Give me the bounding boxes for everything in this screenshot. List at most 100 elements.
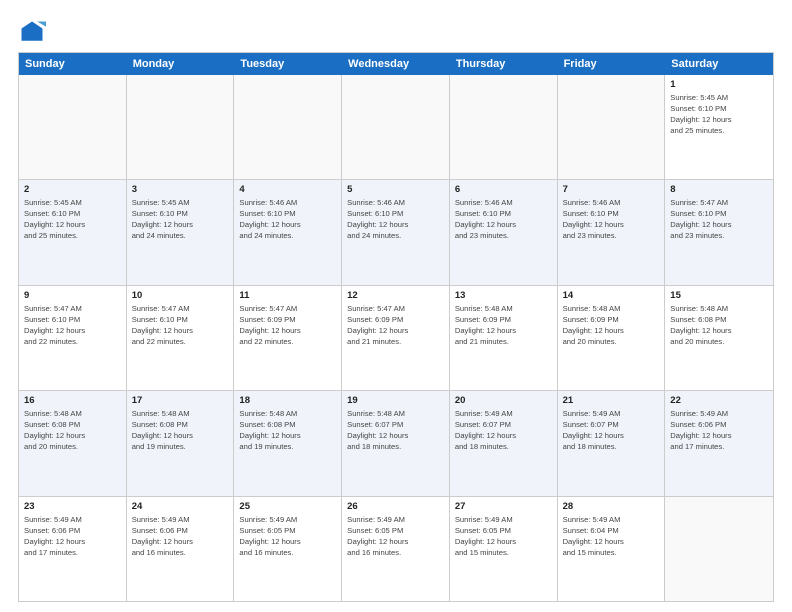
day-cell-21: 21 Sunrise: 5:49 AMSunset: 6:07 PMDayligh… (558, 391, 666, 495)
day-info: Sunrise: 5:48 AMSunset: 6:08 PMDaylight:… (24, 408, 121, 452)
day-info: Sunrise: 5:46 AMSunset: 6:10 PMDaylight:… (455, 197, 552, 241)
day-cell-25: 25 Sunrise: 5:49 AMSunset: 6:05 PMDayligh… (234, 497, 342, 601)
day-info: Sunrise: 5:46 AMSunset: 6:10 PMDaylight:… (239, 197, 336, 241)
day-info: Sunrise: 5:49 AMSunset: 6:06 PMDaylight:… (670, 408, 768, 452)
day-info: Sunrise: 5:49 AMSunset: 6:06 PMDaylight:… (132, 514, 229, 558)
day-number: 12 (347, 290, 444, 301)
empty-cell (342, 75, 450, 179)
calendar-body: 1 Sunrise: 5:45 AMSunset: 6:10 PMDaylight… (19, 75, 773, 601)
day-number: 22 (670, 395, 768, 406)
day-info: Sunrise: 5:49 AMSunset: 6:07 PMDaylight:… (455, 408, 552, 452)
day-cell-10: 10 Sunrise: 5:47 AMSunset: 6:10 PMDayligh… (127, 286, 235, 390)
day-cell-23: 23Sunrise: 5:49 AMSunset: 6:06 PMDayligh… (19, 497, 127, 601)
day-info: Sunrise: 5:45 AMSunset: 6:10 PMDaylight:… (132, 197, 229, 241)
day-cell-5: 5 Sunrise: 5:46 AMSunset: 6:10 PMDaylight… (342, 180, 450, 284)
logo (18, 18, 50, 46)
empty-cell (234, 75, 342, 179)
day-number: 21 (563, 395, 660, 406)
day-cell-17: 17 Sunrise: 5:48 AMSunset: 6:08 PMDayligh… (127, 391, 235, 495)
day-number: 10 (132, 290, 229, 301)
day-info: Sunrise: 5:47 AMSunset: 6:10 PMDaylight:… (670, 197, 768, 241)
day-number: 27 (455, 501, 552, 512)
weekday-header-wednesday: Wednesday (342, 53, 450, 75)
day-number: 3 (132, 184, 229, 195)
day-number: 20 (455, 395, 552, 406)
empty-cell (665, 497, 773, 601)
empty-cell (450, 75, 558, 179)
day-cell-16: 16 Sunrise: 5:48 AMSunset: 6:08 PMDayligh… (19, 391, 127, 495)
day-cell-26: 26 Sunrise: 5:49 AMSunset: 6:05 PMDayligh… (342, 497, 450, 601)
calendar-header: SundayMondayTuesdayWednesdayThursdayFrid… (19, 53, 773, 75)
day-info: Sunrise: 5:47 AMSunset: 6:10 PMDaylight:… (24, 303, 121, 347)
day-info: Sunrise: 5:49 AMSunset: 6:05 PMDaylight:… (455, 514, 552, 558)
day-info: Sunrise: 5:48 AMSunset: 6:08 PMDaylight:… (670, 303, 768, 347)
day-info: Sunrise: 5:47 AMSunset: 6:09 PMDaylight:… (239, 303, 336, 347)
day-info: Sunrise: 5:49 AMSunset: 6:05 PMDaylight:… (347, 514, 444, 558)
page-header (18, 18, 774, 46)
day-cell-14: 14 Sunrise: 5:48 AMSunset: 6:09 PMDayligh… (558, 286, 666, 390)
day-info: Sunrise: 5:48 AMSunset: 6:08 PMDaylight:… (132, 408, 229, 452)
day-number: 6 (455, 184, 552, 195)
day-cell-15: 15 Sunrise: 5:48 AMSunset: 6:08 PMDayligh… (665, 286, 773, 390)
day-cell-22: 22 Sunrise: 5:49 AMSunset: 6:06 PMDayligh… (665, 391, 773, 495)
day-number: 26 (347, 501, 444, 512)
day-cell-18: 18Sunrise: 5:48 AMSunset: 6:08 PMDayligh… (234, 391, 342, 495)
day-info: Sunrise: 5:46 AMSunset: 6:10 PMDaylight:… (347, 197, 444, 241)
empty-cell (127, 75, 235, 179)
day-number: 11 (239, 290, 336, 301)
day-number: 2 (24, 184, 121, 195)
day-cell-27: 27 Sunrise: 5:49 AMSunset: 6:05 PMDayligh… (450, 497, 558, 601)
day-info: Sunrise: 5:48 AMSunset: 6:07 PMDaylight:… (347, 408, 444, 452)
day-info: Sunrise: 5:47 AMSunset: 6:10 PMDaylight:… (132, 303, 229, 347)
day-info: Sunrise: 5:45 AMSunset: 6:10 PMDaylight:… (24, 197, 121, 241)
day-number: 16 (24, 395, 121, 406)
day-number: 1 (670, 79, 768, 90)
day-number: 28 (563, 501, 660, 512)
day-number: 9 (24, 290, 121, 301)
day-cell-8: 8 Sunrise: 5:47 AMSunset: 6:10 PMDaylight… (665, 180, 773, 284)
day-cell-7: 7Sunrise: 5:46 AMSunset: 6:10 PMDaylight… (558, 180, 666, 284)
day-number: 4 (239, 184, 336, 195)
calendar-row-0: 1 Sunrise: 5:45 AMSunset: 6:10 PMDaylight… (19, 75, 773, 180)
day-number: 8 (670, 184, 768, 195)
weekday-header-friday: Friday (558, 53, 666, 75)
weekday-header-monday: Monday (127, 53, 235, 75)
empty-cell (558, 75, 666, 179)
day-cell-12: 12 Sunrise: 5:47 AMSunset: 6:09 PMDayligh… (342, 286, 450, 390)
day-info: Sunrise: 5:49 AMSunset: 6:04 PMDaylight:… (563, 514, 660, 558)
calendar-row-1: 2 Sunrise: 5:45 AMSunset: 6:10 PMDaylight… (19, 180, 773, 285)
day-info: Sunrise: 5:47 AMSunset: 6:09 PMDaylight:… (347, 303, 444, 347)
empty-cell (19, 75, 127, 179)
day-number: 24 (132, 501, 229, 512)
day-info: Sunrise: 5:48 AMSunset: 6:09 PMDaylight:… (563, 303, 660, 347)
weekday-header-saturday: Saturday (665, 53, 773, 75)
day-number: 5 (347, 184, 444, 195)
day-number: 14 (563, 290, 660, 301)
day-cell-6: 6 Sunrise: 5:46 AMSunset: 6:10 PMDaylight… (450, 180, 558, 284)
weekday-header-sunday: Sunday (19, 53, 127, 75)
day-info: Sunrise: 5:48 AMSunset: 6:08 PMDaylight:… (239, 408, 336, 452)
day-cell-4: 4 Sunrise: 5:46 AMSunset: 6:10 PMDaylight… (234, 180, 342, 284)
day-info: Sunrise: 5:48 AMSunset: 6:09 PMDaylight:… (455, 303, 552, 347)
weekday-header-tuesday: Tuesday (234, 53, 342, 75)
day-cell-20: 20 Sunrise: 5:49 AMSunset: 6:07 PMDayligh… (450, 391, 558, 495)
day-cell-9: 9 Sunrise: 5:47 AMSunset: 6:10 PMDaylight… (19, 286, 127, 390)
day-number: 25 (239, 501, 336, 512)
day-cell-13: 13 Sunrise: 5:48 AMSunset: 6:09 PMDayligh… (450, 286, 558, 390)
calendar-row-2: 9 Sunrise: 5:47 AMSunset: 6:10 PMDaylight… (19, 286, 773, 391)
day-info: Sunrise: 5:49 AMSunset: 6:05 PMDaylight:… (239, 514, 336, 558)
day-cell-28: 28 Sunrise: 5:49 AMSunset: 6:04 PMDayligh… (558, 497, 666, 601)
day-cell-19: 19Sunrise: 5:48 AMSunset: 6:07 PMDayligh… (342, 391, 450, 495)
calendar: SundayMondayTuesdayWednesdayThursdayFrid… (18, 52, 774, 602)
day-number: 13 (455, 290, 552, 301)
day-cell-2: 2 Sunrise: 5:45 AMSunset: 6:10 PMDaylight… (19, 180, 127, 284)
day-info: Sunrise: 5:49 AMSunset: 6:07 PMDaylight:… (563, 408, 660, 452)
day-cell-11: 11 Sunrise: 5:47 AMSunset: 6:09 PMDayligh… (234, 286, 342, 390)
day-cell-3: 3 Sunrise: 5:45 AMSunset: 6:10 PMDaylight… (127, 180, 235, 284)
day-info: Sunrise: 5:45 AMSunset: 6:10 PMDaylight:… (670, 92, 768, 136)
calendar-row-3: 16 Sunrise: 5:48 AMSunset: 6:08 PMDayligh… (19, 391, 773, 496)
day-number: 17 (132, 395, 229, 406)
day-number: 15 (670, 290, 768, 301)
calendar-row-4: 23Sunrise: 5:49 AMSunset: 6:06 PMDayligh… (19, 497, 773, 601)
day-cell-1: 1 Sunrise: 5:45 AMSunset: 6:10 PMDaylight… (665, 75, 773, 179)
